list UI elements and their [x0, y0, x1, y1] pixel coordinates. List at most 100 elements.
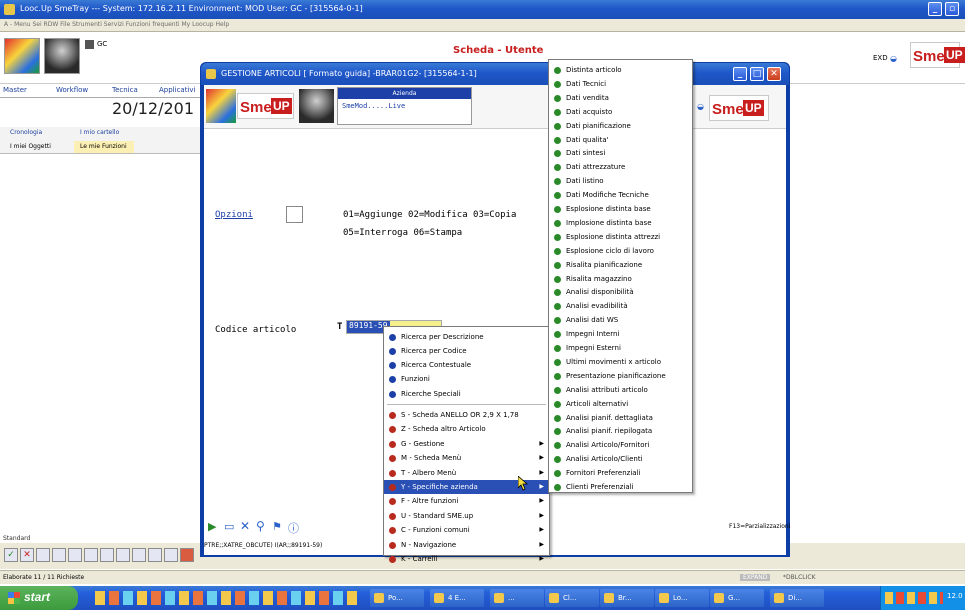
subtab-mie-funzioni[interactable]: Le mie Funzioni: [74, 141, 134, 153]
dialog-close-button[interactable]: ✕: [767, 67, 781, 81]
power-icon[interactable]: [180, 548, 194, 562]
submenu-item[interactable]: Impegni Interni: [549, 327, 692, 341]
opzioni-input[interactable]: [286, 206, 303, 223]
context-menu-item[interactable]: Funzioni: [384, 372, 549, 386]
taskbar-button[interactable]: ...: [490, 589, 544, 607]
submenu-item[interactable]: Dati Modifiche Tecniche: [549, 188, 692, 202]
context-menu-item[interactable]: Ricerche Speciali: [384, 387, 549, 401]
taskbar-button[interactable]: Br...: [600, 589, 654, 607]
submenu-item[interactable]: Analisi evadibilità: [549, 299, 692, 313]
taskbar-button[interactable]: Po...: [370, 589, 424, 607]
check-icon[interactable]: ✓: [4, 548, 18, 562]
submenu-item[interactable]: Analisi Articolo/Fornitori: [549, 438, 692, 452]
search-icon[interactable]: ⚲: [256, 519, 265, 533]
submenu-item[interactable]: Analisi dati WS: [549, 313, 692, 327]
submenu-item[interactable]: Dati attrezzature: [549, 160, 692, 174]
submenu-item[interactable]: Esplosione ciclo di lavoro: [549, 244, 692, 258]
submenu-item[interactable]: Ultimi movimenti x articolo: [549, 355, 692, 369]
refresh-icon[interactable]: [52, 548, 66, 562]
submenu-item[interactable]: Fornitori Preferenziali: [549, 466, 692, 480]
submenu-item[interactable]: Dati pianificazione: [549, 119, 692, 133]
submenu-item[interactable]: Analisi attributi articolo: [549, 383, 692, 397]
submenu-item[interactable]: Clienti Preferenziali: [549, 480, 692, 494]
submenu-item-label: Presentazione pianificazione: [566, 371, 666, 380]
taskbar-app-icon: [494, 593, 504, 603]
context-menu-item[interactable]: N - Navigazione ▶: [384, 538, 549, 552]
context-menu-item[interactable]: F - Altre funzioni ▶: [384, 494, 549, 508]
find-icon[interactable]: [36, 548, 50, 562]
bookmark-icon[interactable]: [68, 548, 82, 562]
submenu-item[interactable]: Analisi disponibilità: [549, 285, 692, 299]
context-menu-item[interactable]: C - Funzioni comuni ▶: [384, 523, 549, 537]
outer-title-bar[interactable]: Looc.Up SmeTray --- System: 172.16.2.11 …: [0, 0, 965, 19]
context-menu-item[interactable]: K - Carrelli ▶: [384, 552, 549, 566]
submenu-item[interactable]: Impegni Esterni: [549, 341, 692, 355]
submenu-bullet-icon: [554, 456, 561, 464]
submenu-item[interactable]: Dati acquisto: [549, 105, 692, 119]
taskbar-button[interactable]: 4 E...: [430, 589, 484, 607]
quick-launch-icons[interactable]: [95, 591, 360, 605]
submenu-item[interactable]: Distinta articolo: [549, 63, 692, 77]
submenu-item[interactable]: Articoli alternativi: [549, 397, 692, 411]
folder-icon[interactable]: [132, 548, 146, 562]
submenu-item[interactable]: Risalita pianificazione: [549, 258, 692, 272]
copy-icon[interactable]: [84, 548, 98, 562]
context-menu-item[interactable]: Ricerca per Codice: [384, 344, 549, 358]
taskbar-button-label: G...: [728, 594, 741, 602]
grid-icon[interactable]: [100, 548, 114, 562]
context-menu-item[interactable]: Ricerca per Descrizione: [384, 330, 549, 344]
submenu-item[interactable]: Analisi Articolo/Clienti: [549, 452, 692, 466]
status-expand: EXPAND: [740, 574, 771, 581]
context-menu-item[interactable]: S - Scheda ANELLO OR 2,9 X 1,78: [384, 408, 549, 422]
context-menu-item[interactable]: U - Standard SME.up ▶: [384, 509, 549, 523]
save-icon[interactable]: [148, 548, 162, 562]
cancel-icon[interactable]: ✕: [20, 548, 34, 562]
submenu-item[interactable]: Esplosione distinta attrezzi: [549, 230, 692, 244]
submenu-item[interactable]: Dati qualita': [549, 133, 692, 147]
submenu-item-label: Dati Modifiche Tecniche: [566, 191, 649, 200]
submenu-bullet-icon: [554, 317, 561, 325]
subtab-mio-cartello[interactable]: I mio cartello: [80, 129, 119, 136]
dialog-minimize-button[interactable]: _: [733, 67, 747, 81]
submenu-item[interactable]: Analisi pianif. riepilogata: [549, 424, 692, 438]
tray-icons[interactable]: [885, 592, 943, 604]
chart-icon[interactable]: [116, 548, 130, 562]
dialog-title-bar[interactable]: GESTIONE ARTICOLI [ Formato guida] -BRAR…: [201, 63, 789, 85]
tab-applicativi[interactable]: Applicativi: [159, 86, 195, 94]
tab-tecnica[interactable]: Tecnica: [112, 86, 138, 94]
maximize-button[interactable]: ▫: [945, 2, 959, 16]
context-menu-item[interactable]: G - Gestione ▶: [384, 437, 549, 451]
submenu-item[interactable]: Dati listino: [549, 174, 692, 188]
submenu-item[interactable]: Implosione distinta base: [549, 216, 692, 230]
submenu-item[interactable]: Dati Tecnici: [549, 77, 692, 91]
submenu-item[interactable]: Esplosione distinta base: [549, 202, 692, 216]
edit-icon[interactable]: ▭: [224, 520, 234, 533]
context-menu-item[interactable]: Z - Scheda altro Articolo: [384, 422, 549, 436]
taskbar-button[interactable]: Lo...: [655, 589, 709, 607]
tab-workflow[interactable]: Workflow: [56, 86, 88, 94]
subtab-miei-oggetti[interactable]: I miei Oggetti: [10, 143, 51, 150]
submenu-item[interactable]: Dati sintesi: [549, 146, 692, 160]
taskbar-button[interactable]: Cl...: [545, 589, 599, 607]
submenu-item[interactable]: Risalita magazzino: [549, 272, 692, 286]
delete-icon[interactable]: ✕: [240, 519, 250, 533]
context-menu-item[interactable]: M - Scheda Menù ▶: [384, 451, 549, 465]
flag-icon[interactable]: ⚑: [272, 520, 282, 533]
minimize-button[interactable]: _: [928, 2, 942, 16]
taskbar-button[interactable]: G...: [710, 589, 764, 607]
play-icon[interactable]: ▶: [208, 520, 216, 533]
tab-master[interactable]: Master: [3, 86, 27, 94]
context-menu-item[interactable]: Ricerca Contestuale: [384, 358, 549, 372]
submenu-item[interactable]: Dati vendita: [549, 91, 692, 105]
taskbar-button[interactable]: Di...: [770, 589, 824, 607]
dialog-maximize-button[interactable]: □: [750, 67, 764, 81]
start-button[interactable]: start: [0, 586, 78, 610]
opzioni-help-2: 05=Interroga 06=Stampa: [343, 228, 463, 238]
submenu-item[interactable]: Presentazione pianificazione: [549, 369, 692, 383]
info-icon[interactable]: ⓘ: [288, 520, 299, 536]
menu-bar-text[interactable]: A - Menu Sei RDW File Strumenti Servizi …: [4, 21, 229, 28]
submenu-item[interactable]: Analisi pianif. dettagliata: [549, 411, 692, 425]
submenu-bullet-icon: [554, 192, 561, 200]
help-icon[interactable]: [164, 548, 178, 562]
subtab-cronologia[interactable]: Cronologia: [10, 129, 42, 136]
